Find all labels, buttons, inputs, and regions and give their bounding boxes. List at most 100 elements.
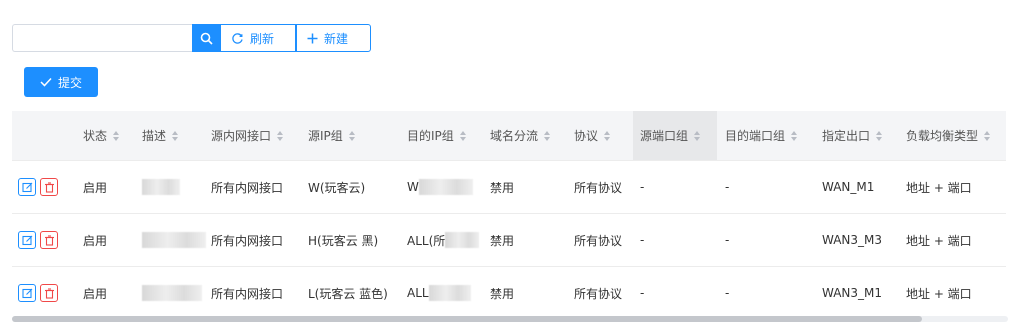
redacted-mask xyxy=(445,232,480,248)
row-actions xyxy=(18,161,58,213)
row-actions xyxy=(18,267,58,319)
col-src-interface-label: 源内网接口 xyxy=(211,129,272,143)
cell-status: 启用 xyxy=(83,286,108,301)
sort-icon[interactable] xyxy=(984,130,991,141)
edit-button[interactable] xyxy=(18,178,36,196)
col-dst-port-group-label: 目的端口组 xyxy=(725,129,786,143)
trash-icon xyxy=(44,181,54,193)
redacted-mask xyxy=(418,179,473,195)
sort-icon[interactable] xyxy=(604,130,611,141)
col-domain-split-label: 域名分流 xyxy=(490,129,539,143)
cell-domain-split: 禁用 xyxy=(490,180,515,195)
edit-icon xyxy=(21,182,32,192)
cell-description xyxy=(142,267,202,319)
cell-outbound: WAN_M1 xyxy=(822,180,875,194)
col-domain-split[interactable]: 域名分流 xyxy=(490,111,551,160)
col-status-label: 状态 xyxy=(83,129,108,143)
col-lb-type[interactable]: 负载均衡类型 xyxy=(906,111,991,160)
cell-domain-split: 禁用 xyxy=(490,286,515,301)
cell-domain-split: 禁用 xyxy=(490,233,515,248)
cell-lb-type: 地址 + 端口 xyxy=(906,180,972,195)
cell-dst-port-group: - xyxy=(725,233,730,247)
delete-button[interactable] xyxy=(40,231,58,249)
col-src-interface[interactable]: 源内网接口 xyxy=(211,111,284,160)
col-src-port-group[interactable]: 源端口组 xyxy=(633,111,717,160)
cell-src-ip-group: W(玩客云) xyxy=(308,180,366,195)
cell-src-interface: 所有内网接口 xyxy=(211,286,284,301)
search-input[interactable] xyxy=(12,24,192,52)
col-status[interactable]: 状态 xyxy=(83,111,120,160)
refresh-label: 刷新 xyxy=(250,31,275,46)
row-actions xyxy=(18,214,58,266)
col-description-label: 描述 xyxy=(142,129,167,143)
cell-lb-type: 地址 + 端口 xyxy=(906,286,972,301)
sort-icon[interactable] xyxy=(876,130,883,141)
cell-dst-port-group: - xyxy=(725,180,730,194)
trash-icon xyxy=(44,234,54,246)
search-icon xyxy=(200,32,213,45)
cell-dst-ip-group: ALL xyxy=(407,267,471,319)
cell-src-port-group: - xyxy=(640,286,645,300)
submit-label: 提交 xyxy=(57,75,82,90)
cell-dst-ip-group: W xyxy=(407,161,473,213)
horizontal-scrollbar[interactable] xyxy=(12,316,1008,322)
col-src-port-group-label: 源端口组 xyxy=(640,129,689,143)
edit-button[interactable] xyxy=(18,231,36,249)
cell-dst-ip-group-text: ALL xyxy=(407,286,429,300)
table-header: 状态 描述 源内网接口 源IP组 目的IP组 域名分流 协议 源端口组 目的端口… xyxy=(12,111,1006,161)
col-src-ip-group[interactable]: 源IP组 xyxy=(308,111,355,160)
cell-lb-type: 地址 + 端口 xyxy=(906,233,972,248)
cell-description xyxy=(142,214,206,266)
sort-icon[interactable] xyxy=(459,130,466,141)
check-icon xyxy=(40,77,52,87)
col-dst-ip-group[interactable]: 目的IP组 xyxy=(407,111,466,160)
col-outbound[interactable]: 指定出口 xyxy=(822,111,883,160)
new-label: 新建 xyxy=(324,31,349,46)
refresh-button[interactable]: 刷新 xyxy=(221,24,296,52)
new-button[interactable]: 新建 xyxy=(296,24,371,52)
cell-protocol: 所有协议 xyxy=(574,286,623,301)
plus-icon xyxy=(307,33,318,43)
cell-status: 启用 xyxy=(83,233,108,248)
delete-button[interactable] xyxy=(40,178,58,196)
col-outbound-label: 指定出口 xyxy=(822,129,871,143)
col-src-ip-group-label: 源IP组 xyxy=(308,129,343,143)
sort-icon[interactable] xyxy=(172,130,179,141)
col-protocol-label: 协议 xyxy=(574,129,599,143)
table-row: 启用 所有内网接口 H(玩客云 黑) ALL(所 禁用 所有协议 - - WAN… xyxy=(12,214,1006,267)
submit-button[interactable]: 提交 xyxy=(24,67,98,97)
refresh-icon xyxy=(232,32,243,44)
delete-button[interactable] xyxy=(40,284,58,302)
cell-status: 启用 xyxy=(83,180,108,195)
col-protocol[interactable]: 协议 xyxy=(574,111,611,160)
rules-table: 状态 描述 源内网接口 源IP组 目的IP组 域名分流 协议 源端口组 目的端口… xyxy=(12,111,1006,320)
sort-icon[interactable] xyxy=(113,130,120,141)
scrollbar-thumb[interactable] xyxy=(12,316,922,322)
cell-src-interface: 所有内网接口 xyxy=(211,233,284,248)
col-dst-port-group[interactable]: 目的端口组 xyxy=(725,111,798,160)
toolbar: 刷新 新建 xyxy=(12,24,371,52)
edit-button[interactable] xyxy=(18,284,36,302)
col-lb-type-label: 负载均衡类型 xyxy=(906,129,979,143)
col-description[interactable]: 描述 xyxy=(142,111,179,160)
sort-icon[interactable] xyxy=(348,130,355,141)
cell-dst-ip-group-text: ALL(所 xyxy=(407,233,446,248)
trash-icon xyxy=(44,287,54,299)
sort-icon[interactable] xyxy=(694,130,701,141)
redacted-mask xyxy=(142,232,206,248)
search-button[interactable] xyxy=(192,24,221,52)
cell-dst-port-group: - xyxy=(725,286,730,300)
sort-icon[interactable] xyxy=(544,130,551,141)
cell-src-port-group: - xyxy=(640,180,645,194)
cell-protocol: 所有协议 xyxy=(574,233,623,248)
cell-src-ip-group: H(玩客云 黑) xyxy=(308,233,379,248)
cell-outbound: WAN3_M1 xyxy=(822,286,883,300)
sort-icon[interactable] xyxy=(277,130,284,141)
sort-icon[interactable] xyxy=(791,130,798,141)
cell-outbound: WAN3_M3 xyxy=(822,233,883,247)
edit-icon xyxy=(21,235,32,245)
cell-dst-ip-group: ALL(所 xyxy=(407,214,480,266)
redacted-mask xyxy=(428,285,471,301)
cell-src-interface: 所有内网接口 xyxy=(211,180,284,195)
cell-src-port-group: - xyxy=(640,233,645,247)
